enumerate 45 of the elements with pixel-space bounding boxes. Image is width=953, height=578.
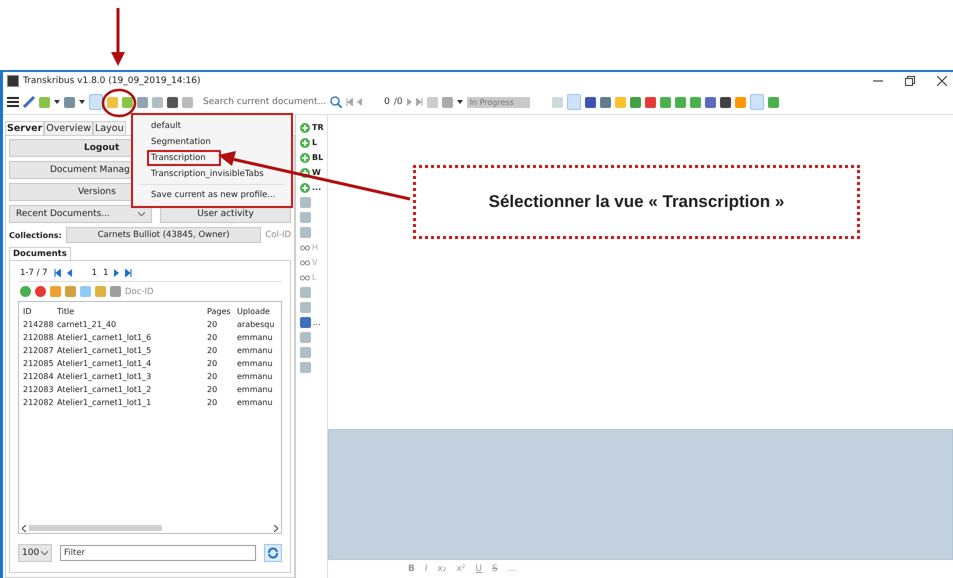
tool-label: H xyxy=(312,243,318,252)
table-cell-text: 20 xyxy=(207,320,218,329)
tool-label: TR xyxy=(312,123,324,132)
table-cell-text: Atelier1_carnet1_lot1_1 xyxy=(57,398,152,407)
tool-label: L xyxy=(312,138,318,147)
tool-label: BL xyxy=(312,153,324,162)
table-cell: emmanu xyxy=(237,372,273,381)
table-cell: emmanu xyxy=(237,398,273,407)
collections-label: Collections: xyxy=(9,230,62,240)
tool-label: W xyxy=(312,168,321,177)
table-cell-text: 20 xyxy=(207,372,218,381)
tool-label: V xyxy=(312,258,318,267)
table-cell-text: Atelier1_carnet1_lot1_5 xyxy=(57,346,152,355)
table-cell-text: Atelier1_carnet1_lot1_3 xyxy=(57,372,152,381)
table-cell: emmanu xyxy=(237,385,273,394)
table-cell-text: 20 xyxy=(207,398,218,407)
table-cell-text: Atelier1_carnet1_lot1_2 xyxy=(57,385,152,394)
window-title: Transkribus v1.8.0 (19_09_2019_14:16) xyxy=(23,76,201,86)
table-cell: arabesqu xyxy=(237,320,274,329)
table-cell-text: 212088 xyxy=(23,333,55,342)
page-total: 1 xyxy=(102,268,108,278)
table-cell: emmanu xyxy=(237,359,273,368)
col-id-label: Col-ID xyxy=(265,230,291,240)
table-cell: emmanu xyxy=(237,346,273,355)
table-cell-text: Atelier1_carnet1_lot1_6 xyxy=(57,333,152,342)
doc-id-label: Doc-ID xyxy=(125,286,154,296)
tool-label: L xyxy=(312,273,316,282)
table-cell-text: Atelier1_carnet1_lot1_4 xyxy=(57,359,152,368)
table-cell-text: 212085 xyxy=(23,359,55,368)
table-cell: emmanu xyxy=(237,333,273,342)
table-cell-text: 20 xyxy=(207,346,218,355)
tool-label: ... xyxy=(313,318,321,327)
table-cell-text: 20 xyxy=(207,359,218,368)
table-cell-text: 212083 xyxy=(23,385,55,394)
tool-label: ... xyxy=(312,183,322,192)
table-cell-text: 212082 xyxy=(23,398,55,407)
callout-text: Sélectionner la vue « Transcription » xyxy=(488,192,784,212)
table-cell-text: 214288 xyxy=(23,320,55,329)
table-cell-text: 212084 xyxy=(23,372,55,381)
table-cell-text: 20 xyxy=(207,385,218,394)
document-range: 1-7 / 7 xyxy=(20,268,48,278)
table-cell-text: carnet1_21_40 xyxy=(57,320,118,329)
table-cell-text: 20 xyxy=(207,333,218,342)
table-cell-text: 212087 xyxy=(23,346,55,355)
page-total: /0 xyxy=(394,97,403,107)
